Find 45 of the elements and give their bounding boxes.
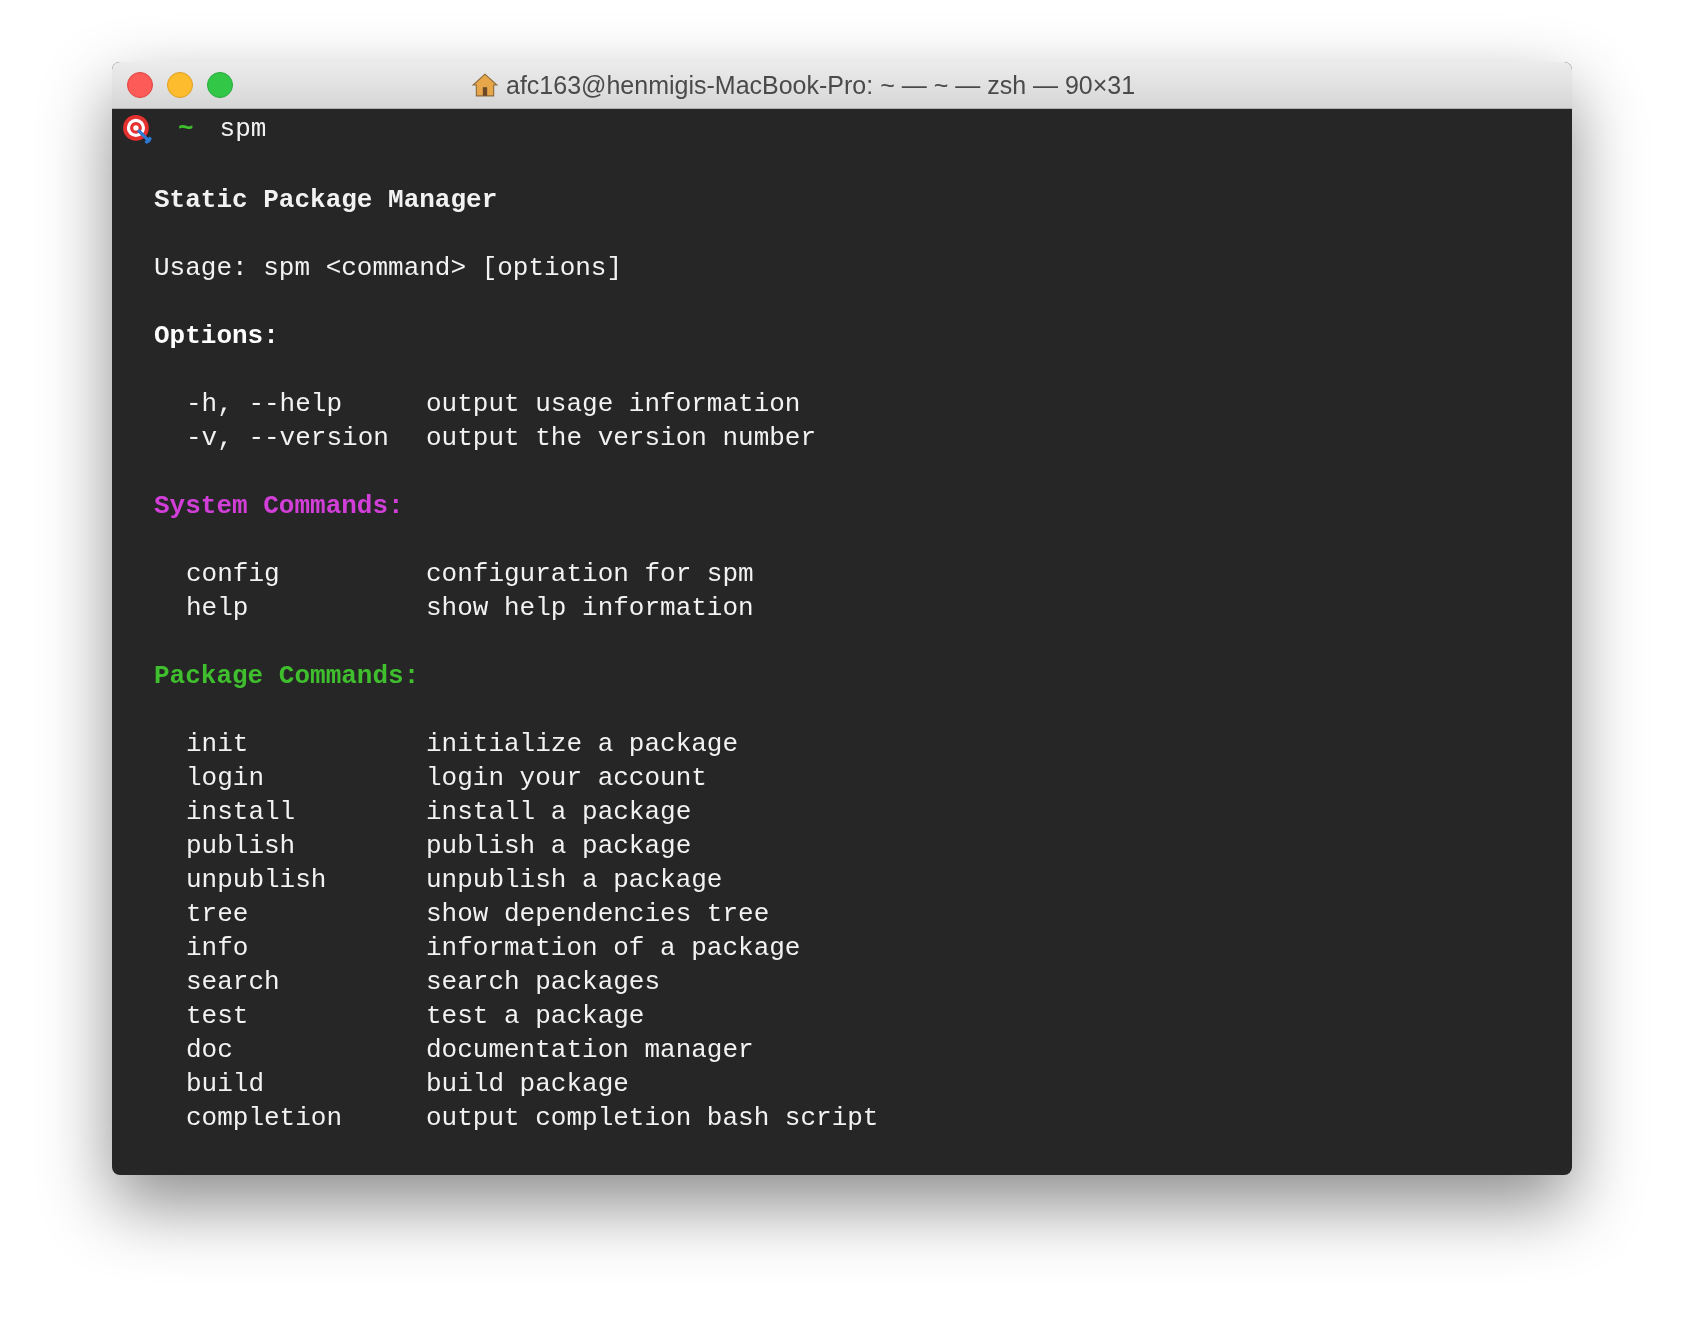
- target-icon: [122, 114, 152, 144]
- command-description: install a package: [426, 796, 692, 829]
- section-title: Package Commands:: [154, 660, 420, 693]
- command-text: spm: [219, 113, 267, 146]
- command-description: documentation manager: [426, 1034, 754, 1067]
- window-title: afc163@henmigis-MacBook-Pro: ~ — ~ — zsh — 90×31: [506, 70, 1136, 100]
- minimize-button[interactable]: [167, 72, 193, 98]
- command-description: unpublish a package: [426, 864, 723, 897]
- command-name: -v, --version: [186, 422, 390, 455]
- prompt-directory: ~: [178, 113, 194, 146]
- section-title: System Commands:: [154, 490, 404, 523]
- section-title: Options:: [154, 320, 279, 353]
- command-description: configuration for spm: [426, 558, 754, 591]
- command-description: initialize a package: [426, 728, 739, 761]
- command-description: output the version number: [426, 422, 817, 455]
- command-name: build: [186, 1068, 265, 1101]
- close-button[interactable]: [127, 72, 153, 98]
- command-name: init: [186, 728, 250, 761]
- zoom-button[interactable]: [207, 72, 233, 98]
- command-description: publish a package: [426, 830, 692, 863]
- command-name: help: [186, 592, 250, 625]
- command-name: install: [186, 796, 297, 829]
- command-description: information of a package: [426, 932, 801, 965]
- command-name: login: [186, 762, 265, 795]
- command-name: tree: [186, 898, 250, 931]
- command-description: search packages: [426, 966, 661, 999]
- command-name: doc: [186, 1034, 234, 1067]
- command-name: publish: [186, 830, 297, 863]
- command-name: search: [186, 966, 281, 999]
- command-name: info: [186, 932, 250, 965]
- command-description: test a package: [426, 1000, 645, 1033]
- command-description: output usage information: [426, 388, 801, 421]
- program-heading: Static Package Manager: [154, 184, 498, 217]
- command-name: test: [186, 1000, 250, 1033]
- command-description: show help information: [426, 592, 754, 625]
- command-name: -h, --help: [186, 388, 344, 421]
- command-name: config: [186, 558, 281, 591]
- command-description: output completion bash script: [426, 1102, 879, 1135]
- house-icon: [472, 72, 498, 98]
- command-name: completion: [186, 1102, 344, 1135]
- command-name: unpublish: [186, 864, 328, 897]
- command-description: login your account: [426, 762, 707, 795]
- command-description: build package: [426, 1068, 629, 1101]
- usage-text: Usage: spm <command> [options]: [154, 252, 623, 285]
- command-description: show dependencies tree: [426, 898, 770, 931]
